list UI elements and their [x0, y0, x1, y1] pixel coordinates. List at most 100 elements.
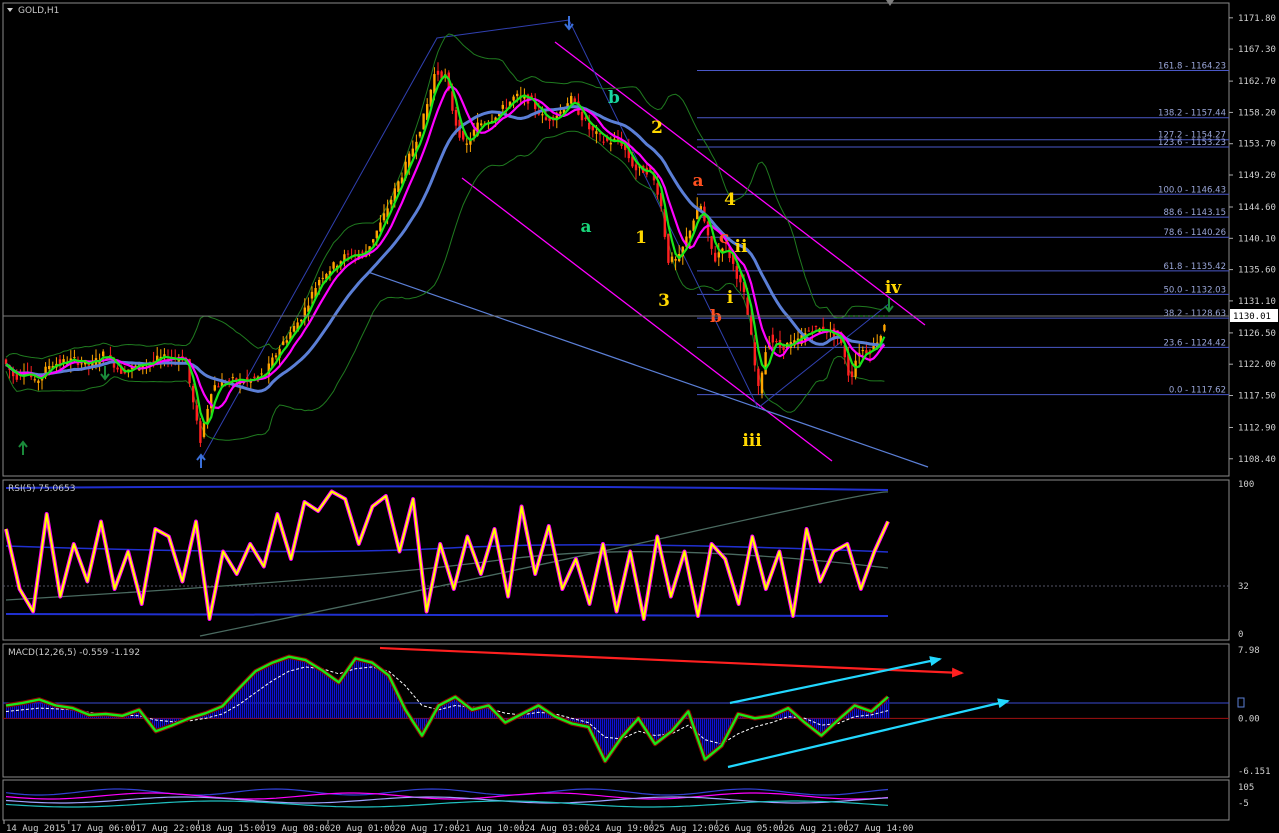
macd-histogram-bar	[708, 718, 710, 757]
macd-histogram-bar	[454, 697, 456, 719]
candle-body	[598, 133, 602, 135]
fib-level-label: 161.8 - 1164.23	[1158, 61, 1226, 71]
candle-body	[753, 342, 756, 366]
arrow-down-icon	[564, 16, 574, 31]
wave-label: a	[580, 217, 591, 237]
macd-histogram-bar	[342, 677, 344, 719]
arrow-up-icon	[196, 453, 206, 468]
candle-body	[580, 111, 584, 121]
macd-histogram-bar	[374, 664, 376, 719]
macd-histogram-bar	[368, 661, 370, 719]
fib-level-label: 61.8 - 1135.42	[1163, 262, 1226, 272]
sub-indicator	[5, 788, 889, 808]
macd-histogram-bar	[370, 662, 372, 719]
price-tick-label: 1131.10	[1238, 297, 1276, 307]
time-tick-label: 18 Aug 15:00	[200, 824, 265, 833]
macd-histogram-bar	[314, 665, 316, 719]
sub-indicator-line	[5, 800, 889, 808]
wave-label: 1	[635, 228, 647, 248]
price-tick-label: 1122.00	[1238, 360, 1276, 370]
wave-label: i	[727, 288, 734, 308]
candle-body	[116, 367, 119, 370]
rsi-shadow-line	[4, 489, 890, 621]
time-axis: 14 Aug 2015 17 Aug 06:00 17 Aug 22:00 18 Au…	[3, 820, 913, 833]
candle-body	[850, 371, 854, 378]
fib-level-label: 50.0 - 1132.03	[1163, 285, 1226, 295]
arrow-up-icon	[18, 440, 28, 455]
candle-body	[595, 131, 598, 134]
moving-averages	[5, 74, 886, 425]
candle-body	[390, 199, 393, 205]
rsi-tick-label: 100	[1238, 480, 1254, 490]
wave-label: c	[719, 228, 729, 248]
macd-histogram-bar	[36, 700, 38, 719]
rsi-indicator	[3, 485, 1229, 637]
macd-histogram-bar	[292, 657, 294, 719]
macd-histogram-bar	[258, 670, 260, 719]
macd-histogram-bar	[320, 669, 322, 719]
candle-body	[102, 351, 105, 357]
macd-histogram-bar	[278, 660, 280, 719]
macd-histogram-bar	[372, 662, 374, 719]
support-trendline	[367, 271, 929, 468]
macd-histogram-bar	[324, 671, 326, 719]
macd-histogram-bar	[888, 696, 890, 719]
ma-slow-line	[5, 105, 885, 393]
fractal-arrows	[18, 16, 894, 468]
macd-histogram-bar	[26, 702, 28, 719]
candle-body	[310, 291, 314, 299]
time-tick-label: 24 Aug 19:00	[589, 824, 654, 833]
macd-histogram-bar	[352, 663, 354, 719]
macd-histogram-bar	[344, 674, 346, 719]
macd-histogram-bar	[22, 703, 24, 719]
macd-histogram-bar	[266, 665, 268, 719]
chevron-down-icon[interactable]	[7, 8, 13, 12]
candle-body	[516, 93, 519, 97]
macd-histogram-bar	[604, 718, 606, 759]
macd-indicator	[3, 654, 1229, 764]
macd-histogram-bar	[20, 703, 22, 719]
channel-lower-line	[461, 177, 833, 462]
rsi-axis: 100 32 0	[1238, 480, 1254, 640]
wave-label: iii	[742, 431, 762, 451]
candle-body	[750, 315, 753, 335]
sub-indicator-line	[5, 788, 889, 796]
candle-body	[710, 236, 713, 249]
candle-body	[375, 230, 378, 239]
candle-body	[714, 252, 717, 262]
macd-histogram-bar	[376, 665, 378, 719]
macd-histogram-bar	[382, 670, 384, 719]
current-price-value: 1130.01	[1233, 312, 1271, 322]
macd-histogram-bar	[248, 679, 250, 719]
macd-histogram-bar	[260, 668, 262, 719]
wave-label: a	[692, 171, 703, 191]
candle-body	[688, 230, 692, 239]
candle-body	[746, 297, 749, 315]
macd-histogram-bar	[254, 672, 256, 719]
candle-body	[292, 325, 296, 332]
macd-histogram-bar	[706, 718, 708, 759]
macd-histogram-bar	[316, 666, 318, 719]
macd-tick-label: 7.98	[1238, 646, 1260, 656]
candle-body	[274, 355, 278, 358]
candle-body	[411, 148, 414, 157]
price-tick-label: 1140.10	[1238, 234, 1276, 244]
macd-histogram-bar	[446, 701, 448, 719]
candle-body	[775, 341, 778, 343]
candle-body	[472, 129, 476, 136]
macd-histogram-bar	[272, 662, 274, 719]
macd-histogram-bar	[30, 701, 32, 719]
macd-histogram-bar	[256, 671, 258, 719]
macd-histogram-bar	[28, 701, 30, 719]
macd-histogram-bar	[328, 674, 330, 719]
macd-pane-frame	[2, 643, 1230, 778]
price-pane-frame	[2, 2, 1230, 477]
candle-body	[570, 96, 573, 104]
macd-histogram-bar	[606, 718, 608, 760]
candle-body	[80, 363, 83, 365]
chart-canvas: GOLD,H1 161.8 - 1164.23138.2 - 1157.4412…	[2, 0, 1278, 833]
rsi-tick-label: 0	[1238, 630, 1243, 640]
macd-histogram-bar	[262, 667, 264, 719]
candle-body	[318, 280, 321, 286]
candle-body	[195, 405, 198, 421]
